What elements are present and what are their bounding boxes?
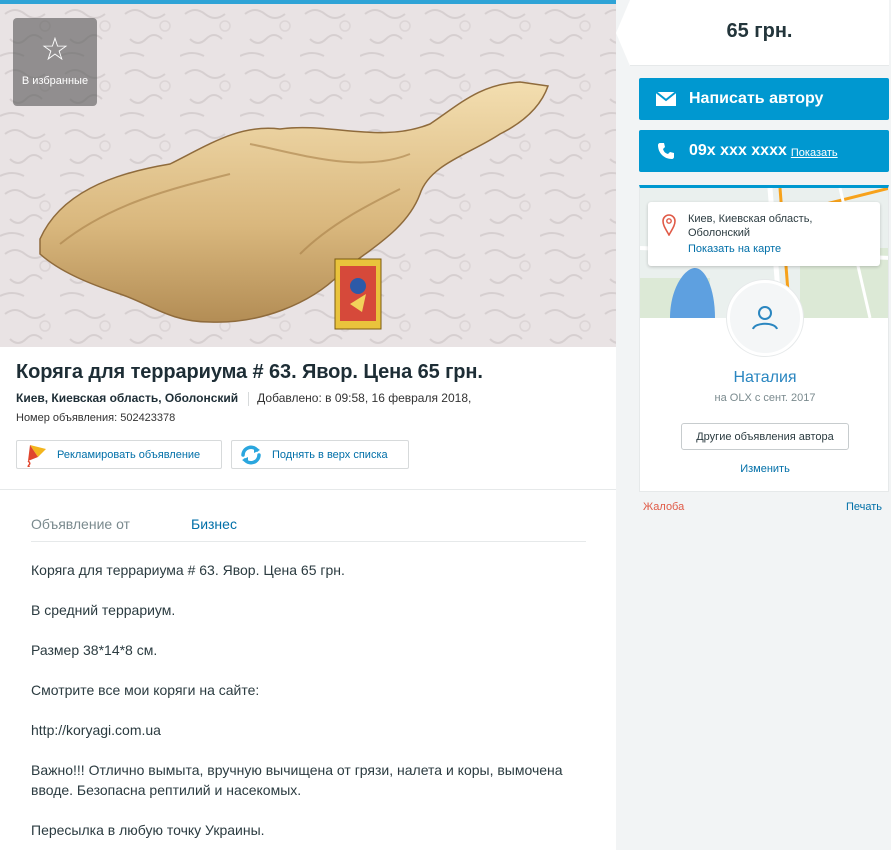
listing-location: Киев, Киевская область, Оболонский	[16, 391, 239, 405]
seller-since: на OLX с сент. 2017	[714, 392, 816, 404]
phone-button[interactable]: 09x xxx xxxx Показать	[639, 130, 889, 172]
show-phone-link[interactable]: Показать	[791, 147, 838, 159]
star-icon: ☆	[40, 30, 70, 68]
attribute-label: Объявление от	[31, 516, 130, 532]
seller-name-link[interactable]: Наталия	[640, 369, 888, 387]
user-icon	[752, 306, 778, 330]
description-paragraph: Смотрите все мои коряги на сайте:	[31, 682, 260, 698]
map-address: Киев, Киевская область, Оболонский	[688, 213, 813, 239]
avatar[interactable]	[727, 280, 803, 356]
listing-title: Коряга для террариума # 63. Явор. Цена 6…	[16, 361, 483, 383]
bump-to-top-button[interactable]: Поднять в верх списка	[231, 440, 409, 469]
promote-button[interactable]: Рекламировать объявление	[16, 440, 222, 469]
promote-label: Рекламировать объявление	[57, 448, 201, 461]
listing-number: Номер объявления: 502423378	[16, 412, 176, 424]
price-box: 65 грн.	[630, 0, 889, 66]
meta-divider	[248, 391, 250, 406]
message-author-label: Написать автору	[689, 90, 824, 107]
description-paragraph: Важно!!! Отлично вымыта, вручную вычищен…	[31, 762, 563, 798]
other-ads-button[interactable]: Другие объявления автора	[681, 423, 849, 450]
listing-description: Коряга для террариума # 63. Явор. Цена 6…	[31, 560, 591, 850]
description-paragraph: Размер 38*14*8 см.	[31, 642, 158, 658]
map-pin-icon	[662, 214, 676, 241]
map-address-bubble: Киев, Киевская область, Оболонский Показ…	[648, 202, 880, 266]
description-paragraph: Коряга для террариума # 63. Явор. Цена 6…	[31, 562, 345, 578]
phone-icon	[655, 142, 677, 160]
favorites-label: В избранные	[21, 75, 89, 87]
kite-icon	[23, 443, 49, 467]
price-label: 65 грн.	[726, 20, 793, 42]
show-on-map-link[interactable]: Показать на карте	[688, 243, 781, 255]
edit-link[interactable]: Изменить	[640, 463, 888, 475]
phone-number: 09x xxx xxxx	[689, 142, 787, 159]
envelope-icon	[655, 92, 677, 106]
attribute-divider	[31, 541, 586, 542]
attribute-value-link[interactable]: Бизнес	[191, 516, 237, 532]
add-to-favorites-button[interactable]: ☆ В избранные	[13, 18, 97, 106]
bump-label: Поднять в верх списка	[272, 448, 388, 461]
listing-photo[interactable]: ☆ В избранные	[0, 0, 616, 347]
listing-meta: Киев, Киевская область, Оболонский Добавл…	[16, 391, 471, 406]
seller-card: Киев, Киевская область, Оболонский Показ…	[639, 185, 889, 492]
listing-added-date: Добавлено: в 09:58, 16 февраля 2018,	[257, 391, 472, 405]
complaint-link[interactable]: Жалоба	[643, 501, 684, 513]
description-paragraph: В средний террариум.	[31, 602, 176, 618]
description-paragraph: Пересылка в любую точку Украины.	[31, 822, 265, 838]
message-author-button[interactable]: Написать автору	[639, 78, 889, 120]
section-divider	[0, 489, 616, 490]
price-notch	[616, 0, 630, 66]
listing-main: ☆ В избранные Коряга для террариума # 63…	[0, 0, 616, 850]
print-link[interactable]: Печать	[846, 501, 882, 513]
refresh-icon	[238, 443, 264, 467]
description-paragraph: http://koryagi.com.ua	[31, 722, 161, 738]
